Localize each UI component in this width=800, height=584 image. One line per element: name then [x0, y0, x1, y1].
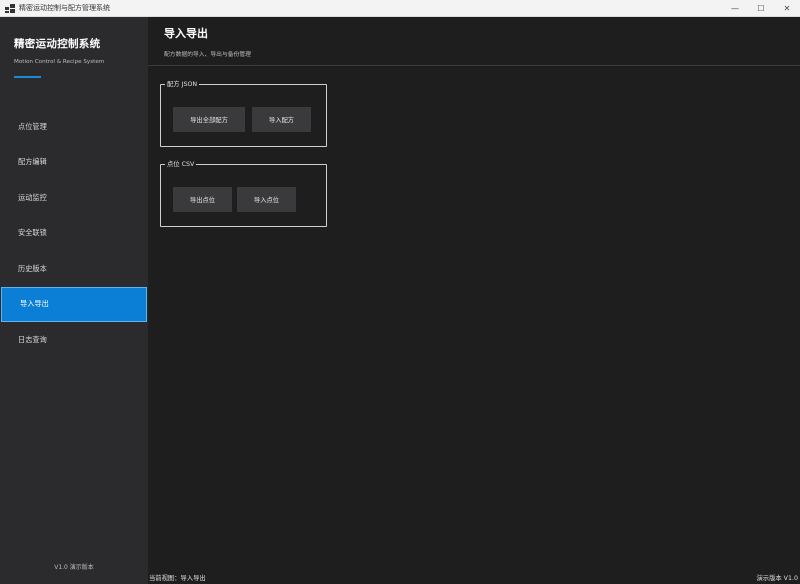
sidebar-item-label: 导入导出: [20, 299, 49, 309]
sidebar-item-history-versions[interactable]: 历史版本: [0, 251, 148, 287]
sidebar-item-label: 安全联锁: [18, 228, 47, 238]
sidebar-item-label: 配方编辑: [18, 157, 47, 167]
page-subtitle: 配方数据的导入、导出与备份管理: [164, 52, 251, 58]
export-points-button[interactable]: 导出点位: [173, 187, 232, 212]
brand-subtitle: Motion Control & Recipe System: [14, 59, 105, 65]
status-current-view: 当前视图：导入导出: [149, 574, 206, 582]
sidebar-item-point-management[interactable]: 点位管理: [0, 109, 148, 145]
recipe-json-group-title: 配方 JSON: [165, 80, 200, 89]
export-all-recipes-button[interactable]: 导出全部配方: [173, 107, 245, 132]
sidebar-item-recipe-edit[interactable]: 配方编辑: [0, 145, 148, 181]
close-button[interactable]: ✕: [774, 0, 800, 17]
point-csv-group-title: 点位 CSV: [165, 160, 197, 169]
minimize-button[interactable]: —: [722, 0, 748, 17]
page-title: 导入导出: [164, 27, 208, 40]
main-content: 导入导出 配方数据的导入、导出与备份管理 配方 JSON 导出全部配方 导入配方…: [148, 17, 800, 570]
sidebar-item-label: 日志查询: [18, 334, 47, 344]
recipe-json-group: 配方 JSON 导出全部配方 导入配方: [160, 80, 327, 147]
sidebar-item-log-query[interactable]: 日志查询: [0, 322, 148, 358]
sidebar-item-safety-interlock[interactable]: 安全联锁: [0, 216, 148, 252]
status-bar: 当前视图：导入导出 演示版本 V1.0: [148, 570, 800, 584]
import-recipe-button[interactable]: 导入配方: [252, 107, 311, 132]
sidebar-item-label: 点位管理: [18, 121, 47, 131]
window-controls: — ☐ ✕: [722, 0, 800, 17]
window-titlebar: 精密运动控制与配方管理系统 — ☐ ✕: [0, 0, 800, 17]
sidebar-item-import-export[interactable]: 导入导出: [1, 286, 147, 322]
import-points-button[interactable]: 导入点位: [237, 187, 296, 212]
sidebar-item-motion-monitor[interactable]: 运动监控: [0, 180, 148, 216]
sidebar-item-label: 历史版本: [18, 263, 47, 273]
brand-title: 精密运动控制系统: [14, 38, 101, 50]
maximize-button[interactable]: ☐: [748, 0, 774, 17]
version-label: V1.0 演示版本: [54, 564, 94, 571]
status-version: 演示版本 V1.0: [756, 574, 798, 582]
sidebar: 精密运动控制系统 Motion Control & Recipe System …: [0, 17, 148, 584]
sidebar-item-label: 运动监控: [18, 192, 47, 202]
window-title: 精密运动控制与配方管理系统: [19, 4, 110, 12]
app-icon: [5, 3, 15, 13]
brand-accent-bar: [14, 76, 41, 78]
point-csv-group: 点位 CSV 导出点位 导入点位: [160, 160, 327, 227]
header-divider: [148, 65, 800, 66]
sidebar-nav: 点位管理 配方编辑 运动监控 安全联锁 历史版本 导入导出 日志查询: [0, 109, 148, 358]
